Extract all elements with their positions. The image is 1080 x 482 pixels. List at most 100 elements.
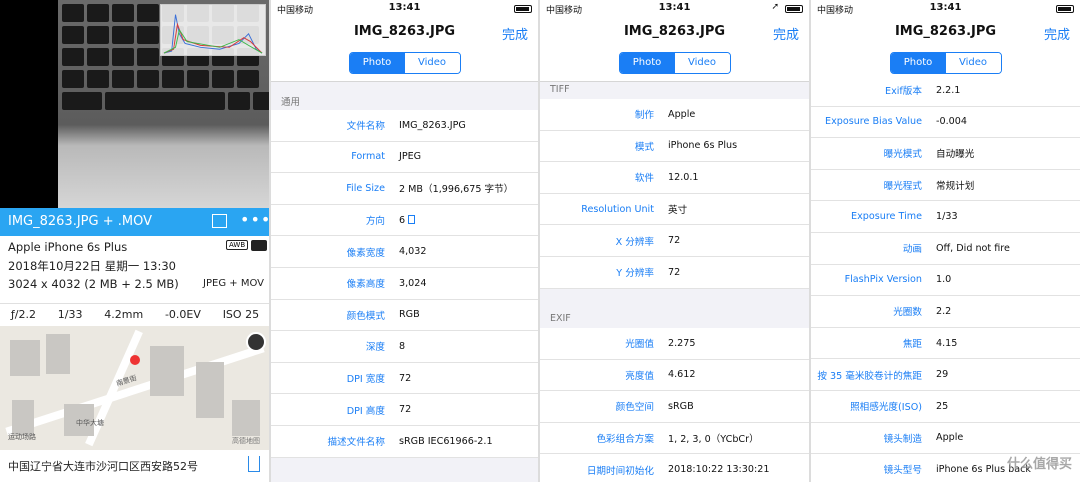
row-key: 文件名称 bbox=[346, 121, 385, 133]
row-key: File Size bbox=[346, 182, 385, 194]
tiff-table: 制作 Apple 模式 iPhone 6s Plus 软件 12.0.1 Resolu… bbox=[540, 99, 809, 289]
row-value: 2 MB（1,996,675 字节） bbox=[399, 184, 514, 196]
row-value: 12.0.1 bbox=[668, 171, 699, 183]
row-value: 1.0 bbox=[936, 274, 952, 286]
section-header-exif: EXIF bbox=[550, 313, 571, 324]
row-value: 1, 2, 3, 0（YCbCr） bbox=[668, 434, 759, 446]
row-key: Resolution Unit bbox=[581, 203, 654, 215]
status-time: 13:41 bbox=[658, 2, 691, 13]
map-building bbox=[232, 400, 260, 436]
row-key: 镜头型号 bbox=[883, 465, 922, 477]
row-key: 描述文件名称 bbox=[327, 437, 385, 449]
row-key: Y 分辨率 bbox=[616, 268, 654, 280]
row-value: 常规计划 bbox=[936, 181, 975, 193]
row-key: Format bbox=[351, 151, 385, 163]
general-table: 文件名称 IMG_8263.JPG Format JPEG File Size 2 M… bbox=[271, 110, 538, 458]
battery-icon bbox=[1056, 5, 1074, 13]
metadata-exif-detail-panel: 中国移动 13:41 IMG_8263.JPG 完成 Photo Video E… bbox=[811, 0, 1080, 482]
row-key: 软件 bbox=[634, 173, 654, 185]
row-value: 72 bbox=[668, 235, 681, 247]
row-key: 模式 bbox=[634, 141, 654, 153]
table-row: FlashPix Version 1.0 bbox=[811, 265, 1080, 297]
exposure-value: -0.0EV bbox=[164, 308, 201, 321]
table-row: 像素高度 3,024 bbox=[271, 268, 538, 300]
row-key: DPI 高度 bbox=[346, 405, 385, 417]
location-arrow-icon: ➚ bbox=[771, 2, 779, 12]
location-pin-icon bbox=[130, 355, 140, 365]
row-key: X 分辨率 bbox=[615, 236, 654, 248]
photo-preview[interactable] bbox=[0, 0, 270, 208]
photo-dimensions: 3024 x 4032 (2 MB + 2.5 MB) bbox=[8, 277, 179, 291]
table-row: 制作 Apple bbox=[540, 99, 809, 131]
row-value: JPEG bbox=[399, 151, 422, 163]
table-row: Exif版本 2.2.1 bbox=[811, 75, 1080, 107]
done-button[interactable]: 完成 bbox=[1044, 24, 1070, 43]
tab-photo[interactable]: Photo bbox=[890, 53, 946, 73]
histogram-icon[interactable] bbox=[160, 4, 266, 56]
map-place-label: 中华大塘 bbox=[76, 419, 104, 427]
row-key: 曝光程式 bbox=[883, 181, 922, 193]
focal-length-value: 4.2mm bbox=[104, 308, 144, 321]
row-key: 照相感光度(ISO) bbox=[850, 402, 922, 414]
map-building bbox=[10, 340, 40, 376]
table-row: X 分辨率 72 bbox=[540, 225, 809, 257]
row-value: 72 bbox=[668, 266, 681, 278]
row-key: 动画 bbox=[902, 244, 922, 256]
nav-bar: IMG_8263.JPG 完成 Photo Video bbox=[540, 18, 809, 82]
row-value: 6 bbox=[399, 214, 538, 226]
table-row: Format JPEG bbox=[271, 142, 538, 174]
nav-title: IMG_8263.JPG bbox=[623, 24, 726, 39]
compass-icon[interactable] bbox=[246, 332, 266, 352]
share-icon[interactable] bbox=[248, 456, 260, 472]
map-provider-logo: 高德地图 bbox=[232, 437, 260, 445]
row-value: 4.15 bbox=[936, 337, 958, 349]
table-row: 软件 12.0.1 bbox=[540, 162, 809, 194]
more-options-icon[interactable]: ••• bbox=[240, 210, 270, 229]
tab-video[interactable]: Video bbox=[945, 53, 1001, 73]
nav-bar: IMG_8263.JPG 完成 Photo Video bbox=[811, 18, 1080, 82]
row-value: sRGB bbox=[668, 400, 694, 412]
table-row: 深度 8 bbox=[271, 331, 538, 363]
metadata-tiff-exif-panel: 中国移动 13:41 ➚ IMG_8263.JPG 完成 Photo Video… bbox=[540, 0, 809, 482]
row-value: sRGB IEC61966-2.1 bbox=[399, 435, 493, 447]
camera-model: Apple iPhone 6s Plus bbox=[8, 240, 128, 254]
table-row: DPI 高度 72 bbox=[271, 394, 538, 426]
table-row: 色彩组合方案 1, 2, 3, 0（YCbCr） bbox=[540, 423, 809, 455]
row-key: 亮度值 bbox=[625, 370, 654, 382]
map-place-label: 运动场路 bbox=[8, 433, 36, 441]
tab-photo[interactable]: Photo bbox=[349, 53, 405, 73]
tab-video[interactable]: Video bbox=[404, 53, 460, 73]
row-key: 日期时间初始化 bbox=[586, 465, 654, 477]
row-value: Apple bbox=[936, 432, 964, 444]
orientation-icon bbox=[408, 214, 416, 224]
done-button[interactable]: 完成 bbox=[502, 24, 528, 43]
row-value: IMG_8263.JPG bbox=[399, 119, 466, 131]
key-row bbox=[62, 70, 259, 88]
photo-viewer-panel: IMG_8263.JPG + .MOV ••• Apple iPhone 6s … bbox=[0, 0, 270, 482]
map-building bbox=[196, 362, 224, 418]
media-segmented-control: Photo Video bbox=[618, 52, 731, 74]
tab-video[interactable]: Video bbox=[674, 53, 730, 73]
row-key: 方向 bbox=[365, 216, 385, 228]
row-key: 颜色空间 bbox=[615, 402, 654, 414]
table-row: 光圈数 2.2 bbox=[811, 296, 1080, 328]
row-value: 25 bbox=[936, 400, 949, 412]
done-button[interactable]: 完成 bbox=[773, 24, 799, 43]
table-row: 文件名称 IMG_8263.JPG bbox=[271, 110, 538, 142]
location-map[interactable]: 南景街 中华大塘 运动场路 高德地图 bbox=[0, 326, 270, 450]
photo-format: JPEG + MOV bbox=[203, 278, 264, 289]
table-row: Y 分辨率 72 bbox=[540, 257, 809, 289]
nav-bar: IMG_8263.JPG 完成 Photo Video bbox=[271, 18, 538, 82]
orientation-value: 6 bbox=[399, 214, 406, 226]
tab-photo[interactable]: Photo bbox=[619, 53, 675, 73]
row-key: Exposure Bias Value bbox=[825, 116, 922, 128]
row-value: 2018:10:22 13:30:21 bbox=[668, 464, 770, 476]
battery-icon bbox=[514, 5, 532, 13]
section-header-tiff: TIFF bbox=[550, 84, 570, 95]
row-value: Off, Did not fire bbox=[936, 242, 1010, 254]
aperture-value: ƒ/2.2 bbox=[10, 308, 36, 321]
table-row: 颜色模式 RGB bbox=[271, 300, 538, 332]
media-segmented-control: Photo Video bbox=[348, 52, 461, 74]
histogram-toggle-icon[interactable] bbox=[212, 214, 227, 228]
table-row: 曝光程式 常规计划 bbox=[811, 170, 1080, 202]
